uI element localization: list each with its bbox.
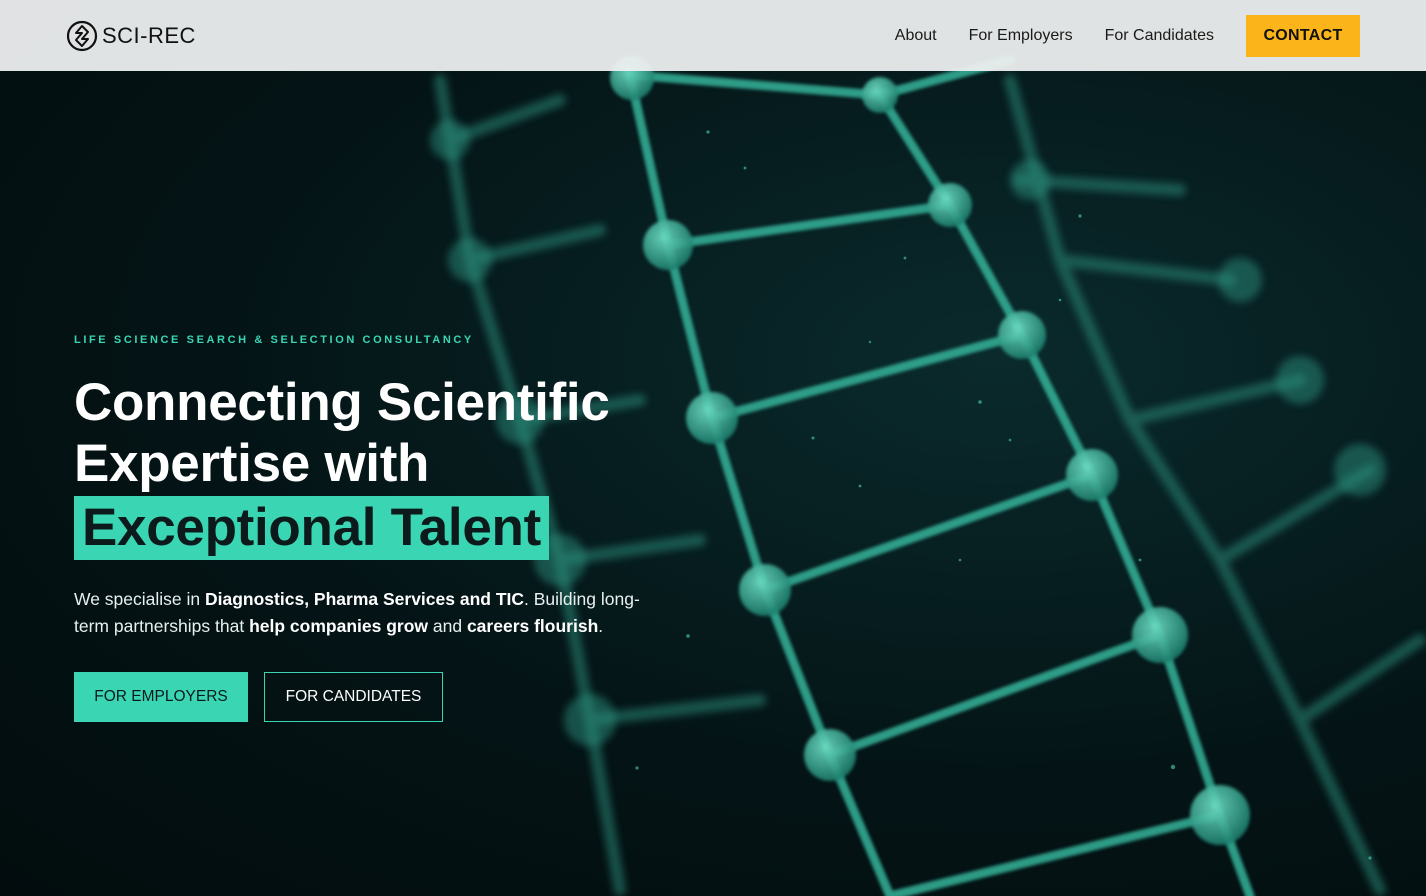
hero-buttons: FOR EMPLOYERS FOR CANDIDATES bbox=[74, 672, 694, 722]
main-nav: About For Employers For Candidates CONTA… bbox=[863, 14, 1360, 57]
site-header: SCI-REC About For Employers For Candidat… bbox=[0, 0, 1426, 71]
logo[interactable]: SCI-REC bbox=[66, 20, 196, 52]
sci-rec-logo-icon bbox=[66, 20, 98, 51]
headline-line-2: Expertise with bbox=[74, 434, 430, 493]
headline-line-1: Connecting Scientific bbox=[74, 373, 610, 432]
for-employers-button[interactable]: FOR EMPLOYERS bbox=[74, 672, 248, 722]
hero-section: LIFE SCIENCE SEARCH & SELECTION CONSULTA… bbox=[74, 334, 694, 722]
hero-headline: Connecting Scientific Expertise with Exc… bbox=[74, 372, 694, 560]
nav-about[interactable]: About bbox=[895, 27, 937, 45]
page: SCI-REC About For Employers For Candidat… bbox=[0, 0, 1426, 896]
contact-button[interactable]: CONTACT bbox=[1246, 14, 1360, 57]
hero-eyebrow: LIFE SCIENCE SEARCH & SELECTION CONSULTA… bbox=[74, 334, 474, 346]
headline-highlight: Exceptional Talent bbox=[74, 496, 549, 560]
desc-text: We specialise in bbox=[74, 589, 205, 609]
desc-bold: Diagnostics, Pharma Services and TIC bbox=[205, 589, 525, 609]
hero-description: We specialise in Diagnostics, Pharma Ser… bbox=[74, 586, 644, 640]
desc-text: and bbox=[428, 616, 467, 636]
for-candidates-button[interactable]: FOR CANDIDATES bbox=[264, 672, 443, 722]
nav-for-candidates[interactable]: For Candidates bbox=[1105, 27, 1214, 45]
desc-text: . bbox=[598, 616, 604, 636]
desc-bold: help companies grow bbox=[249, 616, 429, 636]
nav-for-employers[interactable]: For Employers bbox=[969, 27, 1073, 45]
logo-text: SCI-REC bbox=[102, 22, 196, 48]
desc-bold: careers flourish bbox=[466, 616, 599, 636]
